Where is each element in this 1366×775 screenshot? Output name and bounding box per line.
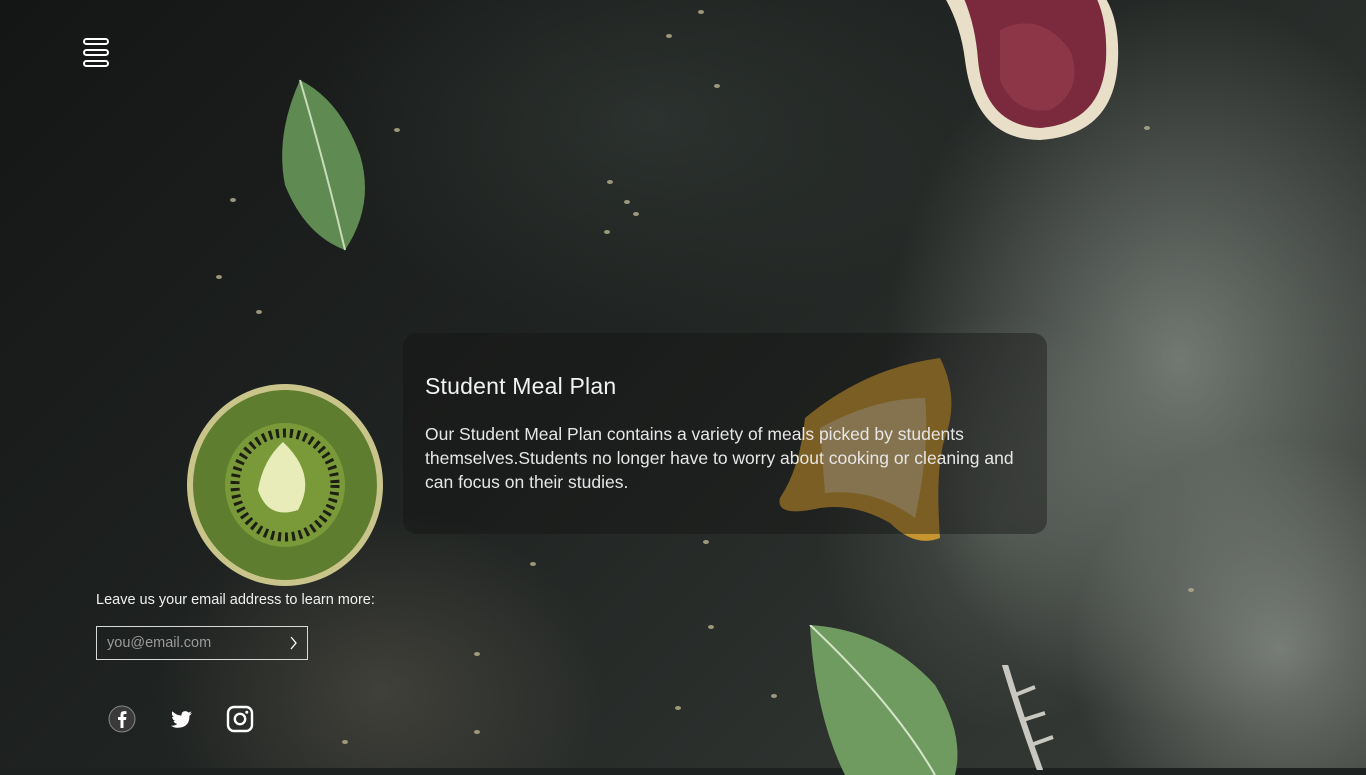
seed-decoration xyxy=(633,212,639,216)
menu-icon xyxy=(83,60,109,67)
facebook-link[interactable] xyxy=(107,704,137,734)
seed-decoration xyxy=(530,562,536,566)
email-signup-label: Leave us your email address to learn mor… xyxy=(96,592,375,608)
seed-decoration xyxy=(703,540,709,544)
mint-leaf-image xyxy=(282,79,365,251)
seed-decoration xyxy=(1144,126,1150,130)
seed-decoration xyxy=(666,34,672,38)
seed-decoration xyxy=(714,84,720,88)
chevron-right-icon xyxy=(290,636,297,650)
meal-plan-card: Student Meal Plan Our Student Meal Plan … xyxy=(403,333,1047,534)
rosemary-sprig-image xyxy=(1002,665,1054,770)
seed-decoration xyxy=(708,625,714,629)
card-description: Our Student Meal Plan contains a variety… xyxy=(425,424,1014,492)
facebook-icon xyxy=(108,705,136,733)
email-input[interactable] xyxy=(97,627,277,659)
seed-decoration xyxy=(216,275,222,279)
seed-decoration xyxy=(342,740,348,744)
fig-image xyxy=(946,0,1119,140)
email-submit-button[interactable] xyxy=(279,627,307,659)
seed-decoration xyxy=(394,128,400,132)
email-signup-form xyxy=(96,626,308,660)
twitter-link[interactable] xyxy=(166,704,196,734)
seed-decoration xyxy=(607,180,613,184)
menu-icon xyxy=(83,38,109,45)
seed-decoration xyxy=(675,706,681,710)
seed-decoration xyxy=(698,10,704,14)
twitter-icon xyxy=(170,711,192,728)
seed-decoration xyxy=(474,652,480,656)
seed-decoration xyxy=(604,230,610,234)
seed-decoration xyxy=(474,730,480,734)
menu-icon xyxy=(83,49,109,56)
seed-decoration xyxy=(230,198,236,202)
menu-button[interactable] xyxy=(80,36,114,74)
seed-decoration xyxy=(1188,588,1194,592)
mint-leaf-bottom-image xyxy=(809,625,958,775)
card-title: Student Meal Plan xyxy=(425,373,617,399)
kiwi-image xyxy=(187,384,383,586)
instagram-icon xyxy=(226,705,254,733)
instagram-link[interactable] xyxy=(225,704,255,734)
seed-decoration xyxy=(771,694,777,698)
seed-decoration xyxy=(256,310,262,314)
seed-decoration xyxy=(624,200,630,204)
